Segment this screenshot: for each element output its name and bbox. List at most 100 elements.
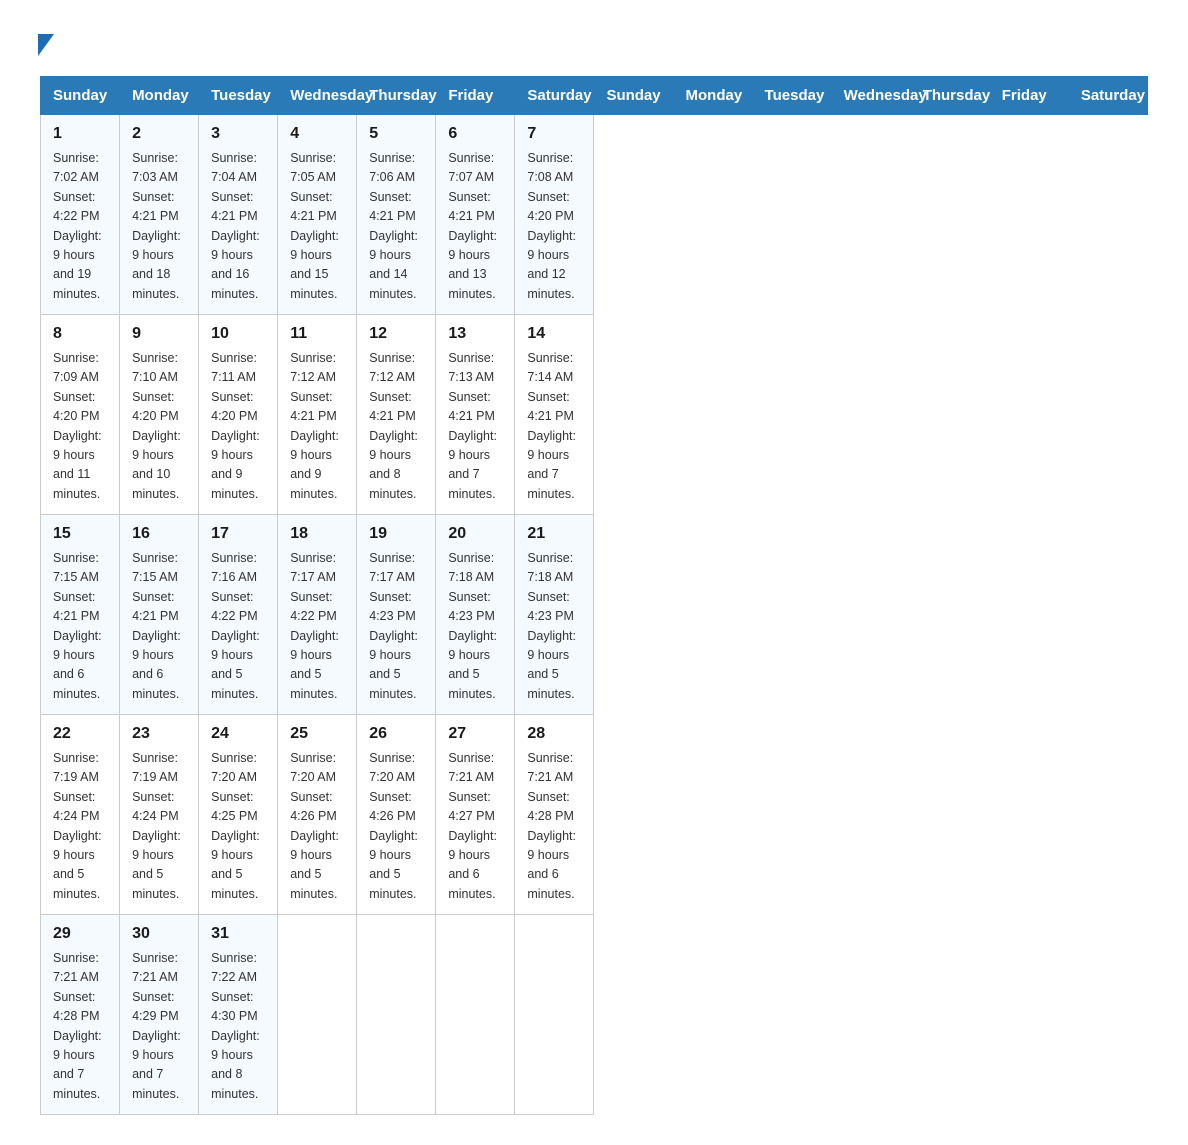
day-number: 10 [211,325,265,343]
column-header-tuesday: Tuesday [199,77,278,115]
calendar-week-row: 8Sunrise: 7:09 AMSunset: 4:20 PMDaylight… [41,315,1148,515]
column-header-sunday: Sunday [594,77,673,115]
day-info: Sunrise: 7:02 AMSunset: 4:22 PMDaylight:… [53,149,107,304]
day-number: 21 [527,525,581,543]
day-info: Sunrise: 7:21 AMSunset: 4:27 PMDaylight:… [448,749,502,904]
day-number: 5 [369,125,423,143]
calendar-cell: 3 Sunrise: 7:04 AMSunset: 4:21 PMDaylight… [199,115,278,315]
column-header-monday: Monday [673,77,752,115]
day-number: 28 [527,725,581,743]
calendar-cell: 10 Sunrise: 7:11 AMSunset: 4:20 PMDayligh… [199,315,278,515]
day-info: Sunrise: 7:11 AMSunset: 4:20 PMDaylight:… [211,349,265,504]
calendar-week-row: 1Sunrise: 7:02 AMSunset: 4:22 PMDaylight… [41,115,1148,315]
logo-icon [40,30,54,56]
day-number: 16 [132,525,186,543]
calendar-cell: 6 Sunrise: 7:07 AMSunset: 4:21 PMDaylight… [436,115,515,315]
calendar-header-row: SundayMondayTuesdayWednesdayThursdayFrid… [41,77,1148,115]
column-header-thursday: Thursday [357,77,436,115]
calendar-cell: 2 Sunrise: 7:03 AMSunset: 4:21 PMDaylight… [120,115,199,315]
page-header [40,30,1148,56]
calendar-cell: 15 Sunrise: 7:15 AMSunset: 4:21 PMDayligh… [41,515,120,715]
day-number: 15 [53,525,107,543]
day-number: 17 [211,525,265,543]
column-header-saturday: Saturday [1068,77,1147,115]
day-info: Sunrise: 7:12 AMSunset: 4:21 PMDaylight:… [290,349,344,504]
calendar-cell: 19Sunrise: 7:17 AMSunset: 4:23 PMDayligh… [357,515,436,715]
calendar-cell [436,915,515,1115]
calendar-cell: 11Sunrise: 7:12 AMSunset: 4:21 PMDayligh… [278,315,357,515]
calendar-cell: 13 Sunrise: 7:13 AMSunset: 4:21 PMDayligh… [436,315,515,515]
day-number: 22 [53,725,107,743]
day-info: Sunrise: 7:12 AMSunset: 4:21 PMDaylight:… [369,349,423,504]
day-number: 3 [211,125,265,143]
calendar-cell: 8Sunrise: 7:09 AMSunset: 4:20 PMDaylight… [41,315,120,515]
day-info: Sunrise: 7:15 AMSunset: 4:21 PMDaylight:… [53,549,107,704]
calendar-cell: 20 Sunrise: 7:18 AMSunset: 4:23 PMDayligh… [436,515,515,715]
calendar-cell: 27 Sunrise: 7:21 AMSunset: 4:27 PMDayligh… [436,715,515,915]
day-number: 4 [290,125,344,143]
day-info: Sunrise: 7:18 AMSunset: 4:23 PMDaylight:… [527,549,581,704]
calendar-cell: 25 Sunrise: 7:20 AMSunset: 4:26 PMDayligh… [278,715,357,915]
day-info: Sunrise: 7:03 AMSunset: 4:21 PMDaylight:… [132,149,186,304]
calendar-cell [357,915,436,1115]
day-number: 13 [448,325,502,343]
calendar-cell: 17 Sunrise: 7:16 AMSunset: 4:22 PMDayligh… [199,515,278,715]
column-header-wednesday: Wednesday [278,77,357,115]
day-info: Sunrise: 7:17 AMSunset: 4:22 PMDaylight:… [290,549,344,704]
day-info: Sunrise: 7:15 AMSunset: 4:21 PMDaylight:… [132,549,186,704]
column-header-thursday: Thursday [910,77,989,115]
day-number: 7 [527,125,581,143]
day-info: Sunrise: 7:17 AMSunset: 4:23 PMDaylight:… [369,549,423,704]
column-header-friday: Friday [436,77,515,115]
day-info: Sunrise: 7:10 AMSunset: 4:20 PMDaylight:… [132,349,186,504]
day-info: Sunrise: 7:21 AMSunset: 4:29 PMDaylight:… [132,949,186,1104]
day-number: 2 [132,125,186,143]
calendar-cell: 16 Sunrise: 7:15 AMSunset: 4:21 PMDayligh… [120,515,199,715]
calendar-cell: 7 Sunrise: 7:08 AMSunset: 4:20 PMDaylight… [515,115,594,315]
day-info: Sunrise: 7:04 AMSunset: 4:21 PMDaylight:… [211,149,265,304]
calendar-cell: 21 Sunrise: 7:18 AMSunset: 4:23 PMDayligh… [515,515,594,715]
day-info: Sunrise: 7:07 AMSunset: 4:21 PMDaylight:… [448,149,502,304]
day-info: Sunrise: 7:05 AMSunset: 4:21 PMDaylight:… [290,149,344,304]
day-info: Sunrise: 7:08 AMSunset: 4:20 PMDaylight:… [527,149,581,304]
day-number: 14 [527,325,581,343]
day-number: 12 [369,325,423,343]
day-info: Sunrise: 7:13 AMSunset: 4:21 PMDaylight:… [448,349,502,504]
day-info: Sunrise: 7:21 AMSunset: 4:28 PMDaylight:… [527,749,581,904]
calendar-table: SundayMondayTuesdayWednesdayThursdayFrid… [40,76,1148,1115]
day-number: 6 [448,125,502,143]
calendar-cell: 31Sunrise: 7:22 AMSunset: 4:30 PMDayligh… [199,915,278,1115]
day-info: Sunrise: 7:19 AMSunset: 4:24 PMDaylight:… [132,749,186,904]
calendar-cell: 14 Sunrise: 7:14 AMSunset: 4:21 PMDayligh… [515,315,594,515]
column-header-saturday: Saturday [515,77,594,115]
column-header-monday: Monday [120,77,199,115]
calendar-cell: 5Sunrise: 7:06 AMSunset: 4:21 PMDaylight… [357,115,436,315]
day-number: 20 [448,525,502,543]
logo [40,30,58,56]
day-number: 29 [53,925,107,943]
column-header-sunday: Sunday [41,77,120,115]
calendar-week-row: 15 Sunrise: 7:15 AMSunset: 4:21 PMDayligh… [41,515,1148,715]
calendar-cell: 9Sunrise: 7:10 AMSunset: 4:20 PMDaylight… [120,315,199,515]
calendar-cell [515,915,594,1115]
day-info: Sunrise: 7:20 AMSunset: 4:26 PMDaylight:… [290,749,344,904]
day-number: 18 [290,525,344,543]
day-info: Sunrise: 7:22 AMSunset: 4:30 PMDaylight:… [211,949,265,1104]
day-info: Sunrise: 7:19 AMSunset: 4:24 PMDaylight:… [53,749,107,904]
calendar-cell: 12 Sunrise: 7:12 AMSunset: 4:21 PMDayligh… [357,315,436,515]
day-info: Sunrise: 7:18 AMSunset: 4:23 PMDaylight:… [448,549,502,704]
calendar-cell: 30Sunrise: 7:21 AMSunset: 4:29 PMDayligh… [120,915,199,1115]
calendar-cell: 1Sunrise: 7:02 AMSunset: 4:22 PMDaylight… [41,115,120,315]
day-number: 25 [290,725,344,743]
day-number: 27 [448,725,502,743]
day-number: 26 [369,725,423,743]
calendar-week-row: 29Sunrise: 7:21 AMSunset: 4:28 PMDayligh… [41,915,1148,1115]
day-info: Sunrise: 7:14 AMSunset: 4:21 PMDaylight:… [527,349,581,504]
day-info: Sunrise: 7:09 AMSunset: 4:20 PMDaylight:… [53,349,107,504]
day-number: 23 [132,725,186,743]
day-info: Sunrise: 7:20 AMSunset: 4:25 PMDaylight:… [211,749,265,904]
calendar-cell: 23 Sunrise: 7:19 AMSunset: 4:24 PMDayligh… [120,715,199,915]
calendar-cell: 4 Sunrise: 7:05 AMSunset: 4:21 PMDaylight… [278,115,357,315]
day-info: Sunrise: 7:20 AMSunset: 4:26 PMDaylight:… [369,749,423,904]
day-info: Sunrise: 7:16 AMSunset: 4:22 PMDaylight:… [211,549,265,704]
